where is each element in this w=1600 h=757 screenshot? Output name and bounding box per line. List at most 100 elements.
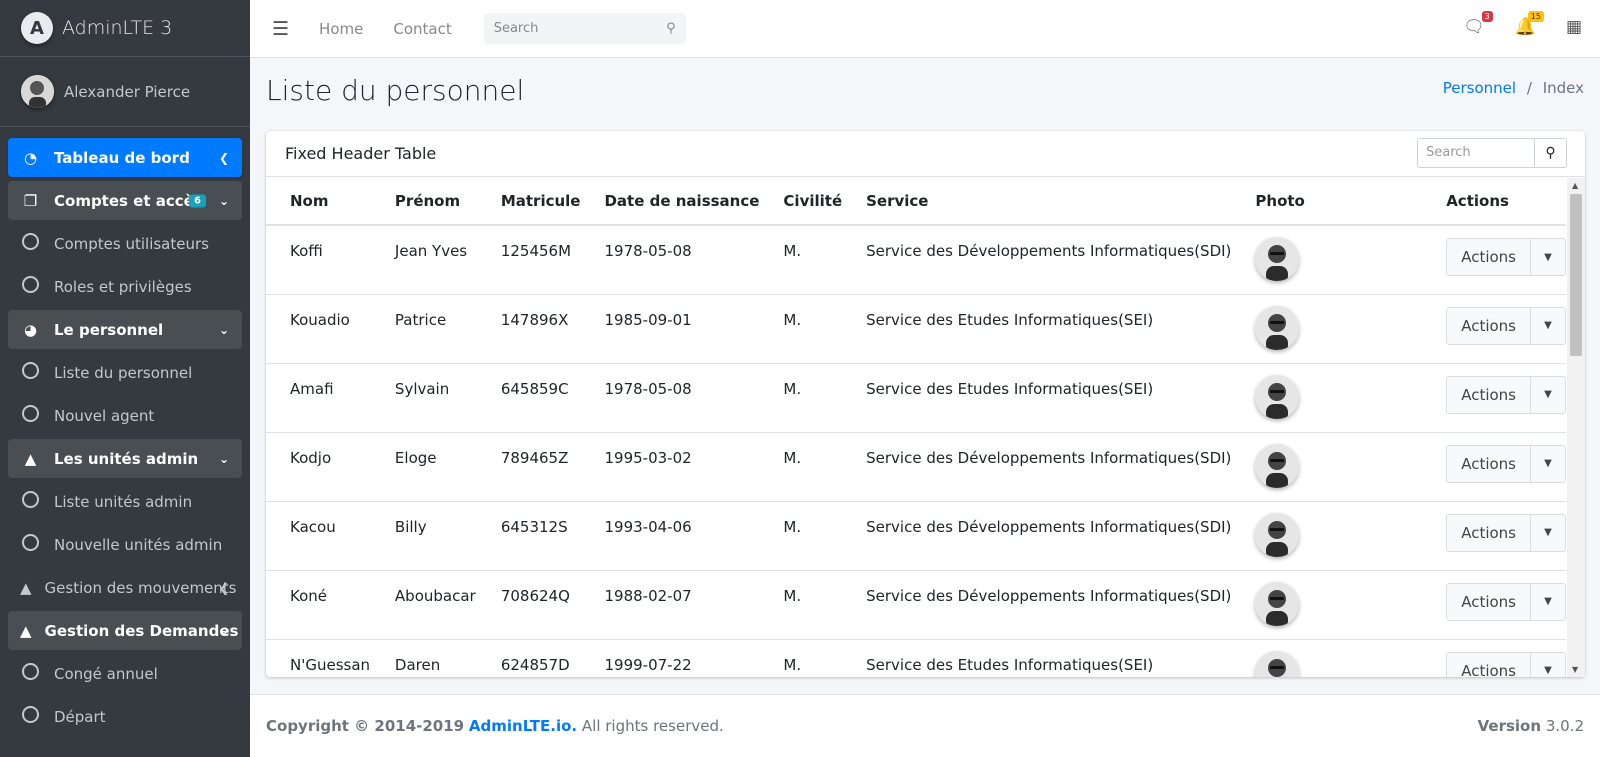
navbar-right-icons: 🗨 3 🔔 15 ▦ xyxy=(1463,11,1582,37)
sidebar-item-depart[interactable]: Départ xyxy=(8,697,242,736)
sidebar-item-gestion-des-mouvements[interactable]: ▲ Gestion des mouvements ❮ xyxy=(8,568,242,607)
search-placeholder: Search xyxy=(493,21,539,36)
agent-photo xyxy=(1255,443,1300,488)
cell-service: Service des Développements Informatiques… xyxy=(842,225,1232,295)
tree-icon: ▲ xyxy=(24,449,37,468)
actions-button[interactable]: Actions xyxy=(1447,376,1531,413)
user-panel[interactable]: Alexander Pierce xyxy=(0,57,250,127)
table-search: Search ⚲ xyxy=(1417,138,1567,168)
column-header-nom[interactable]: Nom xyxy=(266,178,371,226)
cell-matricule: 645312S xyxy=(476,501,581,571)
caret-down-icon[interactable]: ▼ xyxy=(1531,377,1565,413)
sidebar-item-liste-unites-admin[interactable]: Liste unités admin xyxy=(8,482,242,521)
table-scroll-area[interactable]: Nom Prénom Matricule Date de naissance C… xyxy=(266,178,1566,677)
actions-button[interactable]: Actions xyxy=(1447,652,1531,677)
scroll-down-arrow-icon[interactable]: ▼ xyxy=(1572,665,1578,674)
footer-copyright: Copyright © 2014-2019 xyxy=(266,717,465,735)
search-icon[interactable]: ⚲ xyxy=(666,21,676,36)
sidebar-item-label: Congé annuel xyxy=(54,664,158,683)
hamburger-menu-icon[interactable]: ☰ xyxy=(272,18,289,40)
cell-matricule: 125456M xyxy=(476,225,581,295)
footer-link[interactable]: AdminLTE.io. xyxy=(469,717,577,735)
sidebar-item-conge-annuel[interactable]: Congé annuel xyxy=(8,654,242,693)
cell-photo xyxy=(1231,225,1423,295)
chevron-down-icon: ⌄ xyxy=(218,193,229,208)
sidebar-item-label: Roles et privilèges xyxy=(54,277,192,296)
scrollbar-thumb[interactable] xyxy=(1570,194,1582,356)
table-row: Kacou Billy 645312S 1993-04-06 M. Service des… xyxy=(266,501,1566,571)
agent-photo xyxy=(1255,650,1300,677)
cell-prenom: Billy xyxy=(370,501,477,571)
notifications-bell-icon[interactable]: 🔔 15 xyxy=(1515,11,1544,37)
scroll-up-arrow-icon[interactable]: ▲ xyxy=(1572,181,1578,190)
messages-icon[interactable]: 🗨 3 xyxy=(1463,11,1493,37)
column-header-actions[interactable]: Actions xyxy=(1422,178,1566,226)
table-search-button[interactable]: ⚲ xyxy=(1535,138,1567,168)
cell-nom: Kouadio xyxy=(266,294,371,364)
main-sidebar: A AdminLTE 3 Alexander Pierce ◔ Tableau … xyxy=(0,0,250,757)
column-header-matricule[interactable]: Matricule xyxy=(476,178,581,226)
column-header-prenom[interactable]: Prénom xyxy=(370,178,477,226)
sidebar-item-nouvel-agent[interactable]: Nouvel agent xyxy=(8,396,242,435)
sidebar-item-nouvelle-unites-admin[interactable]: Nouvelle unités admin xyxy=(8,525,242,564)
actions-button-group: Actions ▼ xyxy=(1446,375,1566,414)
breadcrumb: Personnel / Index xyxy=(1443,79,1584,97)
cell-matricule: 147896X xyxy=(476,294,581,364)
table-scrollbar[interactable]: ▲ ▼ xyxy=(1567,178,1585,677)
table-row: N'Guessan Daren 624857D 1999-07-22 M. Service… xyxy=(266,639,1566,677)
sidebar-item-roles-et-privileges[interactable]: Roles et privilèges xyxy=(8,267,242,306)
sidebar-item-le-personnel[interactable]: ◕ Le personnel ⌄ xyxy=(8,310,242,349)
navbar-search-input[interactable]: Search ⚲ xyxy=(483,13,686,44)
count-badge: 6 xyxy=(189,194,206,207)
page-title: Liste du personnel xyxy=(266,74,525,107)
caret-down-icon[interactable]: ▼ xyxy=(1531,515,1565,551)
sidebar-item-gestion-des-demandes[interactable]: ▲ Gestion des Demandes ⌄ xyxy=(8,611,242,650)
cell-matricule: 624857D xyxy=(476,639,581,677)
circle-icon xyxy=(22,663,39,680)
sidebar-item-les-unites-admin[interactable]: ▲ Les unités admin ⌄ xyxy=(8,439,242,478)
nav-link-contact[interactable]: Contact xyxy=(393,20,451,38)
card-header: Fixed Header Table Search ⚲ xyxy=(266,131,1585,177)
tree-icon: ▲ xyxy=(20,621,32,640)
cell-actions: Actions ▼ xyxy=(1422,501,1566,571)
actions-button[interactable]: Actions xyxy=(1447,239,1531,275)
sidebar-item-tableau-de-bord[interactable]: ◔ Tableau de bord ❮ xyxy=(8,138,242,177)
caret-down-icon[interactable]: ▼ xyxy=(1531,239,1565,275)
cell-date-naissance: 1993-04-06 xyxy=(580,501,760,571)
actions-button[interactable]: Actions xyxy=(1447,514,1531,551)
cell-actions: Actions ▼ xyxy=(1422,363,1566,433)
cell-prenom: Jean Yves xyxy=(370,225,477,295)
actions-button[interactable]: Actions xyxy=(1447,445,1531,482)
brand-link[interactable]: A AdminLTE 3 xyxy=(0,0,250,57)
chevron-left-icon: ❮ xyxy=(218,580,229,595)
grid-apps-icon[interactable]: ▦ xyxy=(1566,17,1582,37)
brand-logo: A xyxy=(21,12,53,44)
column-header-photo[interactable]: Photo xyxy=(1231,178,1423,226)
breadcrumb-link-personnel[interactable]: Personnel xyxy=(1443,79,1516,97)
caret-down-icon[interactable]: ▼ xyxy=(1531,308,1565,344)
caret-down-icon[interactable]: ▼ xyxy=(1531,446,1565,482)
sidebar-item-comptes-utilisateurs[interactable]: Comptes utilisateurs xyxy=(8,224,242,263)
actions-button[interactable]: Actions xyxy=(1447,583,1531,620)
table-row: Koné Aboubacar 708624Q 1988-02-07 M. Service … xyxy=(266,570,1566,640)
caret-down-icon[interactable]: ▼ xyxy=(1531,653,1565,678)
table-header-row: Nom Prénom Matricule Date de naissance C… xyxy=(266,178,1566,226)
breadcrumb-separator: / xyxy=(1526,79,1532,97)
column-header-civilite[interactable]: Civilité xyxy=(759,178,843,226)
nav-link-home[interactable]: Home xyxy=(319,20,363,38)
cell-actions: Actions ▼ xyxy=(1422,225,1566,295)
sidebar-item-liste-du-personnel[interactable]: Liste du personnel xyxy=(8,353,242,392)
footer-rights: All rights reserved. xyxy=(581,717,724,735)
column-header-date-naissance[interactable]: Date de naissance xyxy=(580,178,760,226)
table-search-input[interactable]: Search xyxy=(1417,138,1535,168)
sidebar-item-label: Liste du personnel xyxy=(54,363,193,382)
agent-photo xyxy=(1255,581,1300,626)
column-header-service[interactable]: Service xyxy=(842,178,1232,226)
cell-photo xyxy=(1231,570,1423,640)
cell-prenom: Daren xyxy=(370,639,477,677)
caret-down-icon[interactable]: ▼ xyxy=(1531,584,1565,620)
sidebar-item-comptes-et-acces[interactable]: ❐ Comptes et accès 6 ⌄ xyxy=(8,181,242,220)
cell-service: Service des Etudes Informatiques(SEI) xyxy=(842,639,1232,677)
actions-button[interactable]: Actions xyxy=(1447,307,1531,344)
actions-button-group: Actions ▼ xyxy=(1446,582,1566,621)
